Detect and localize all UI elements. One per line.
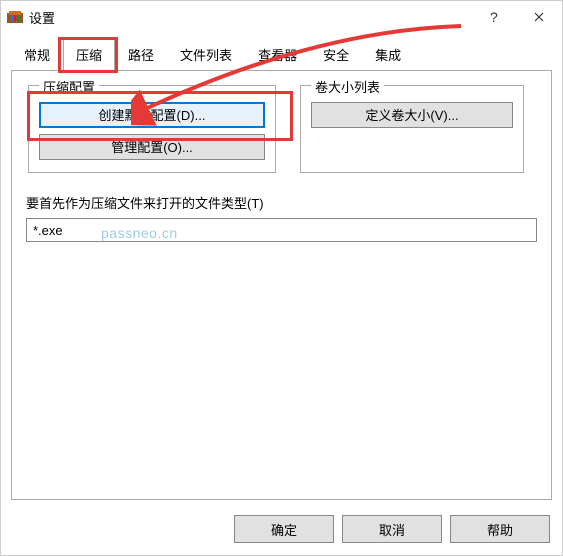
tab-bar: 常规 压缩 路径 文件列表 查看器 安全 集成 bbox=[1, 33, 562, 70]
help-footer-button[interactable]: 帮助 bbox=[450, 515, 550, 543]
cancel-button[interactable]: 取消 bbox=[342, 515, 442, 543]
tab-compression[interactable]: 压缩 bbox=[63, 39, 115, 71]
help-button[interactable]: ? bbox=[470, 1, 516, 33]
close-button[interactable] bbox=[516, 1, 562, 33]
dialog-footer: 确定 取消 帮助 bbox=[234, 515, 550, 543]
tab-security[interactable]: 安全 bbox=[310, 39, 362, 70]
tab-filelist[interactable]: 文件列表 bbox=[167, 39, 245, 70]
svg-text:?: ? bbox=[490, 10, 498, 24]
titlebar: 设置 ? bbox=[1, 1, 562, 33]
tab-content: 压缩配置 创建默认配置(D)... 管理配置(O)... 卷大小列表 定义卷大小… bbox=[11, 70, 552, 500]
file-types-label: 要首先作为压缩文件来打开的文件类型(T) bbox=[26, 193, 537, 212]
create-default-profile-button[interactable]: 创建默认配置(D)... bbox=[39, 102, 265, 128]
app-icon bbox=[7, 9, 23, 25]
settings-window: 设置 ? 常规 压缩 路径 文件列表 查看器 安全 集成 压缩配置 创建默认配置… bbox=[0, 0, 563, 556]
tab-path[interactable]: 路径 bbox=[115, 39, 167, 70]
file-types-section: 要首先作为压缩文件来打开的文件类型(T) bbox=[26, 193, 537, 242]
window-title: 设置 bbox=[29, 8, 470, 27]
tab-viewer[interactable]: 查看器 bbox=[245, 39, 310, 70]
group-legend-compression: 压缩配置 bbox=[39, 77, 99, 96]
ok-button[interactable]: 确定 bbox=[234, 515, 334, 543]
file-types-input[interactable] bbox=[26, 218, 537, 242]
manage-profile-button[interactable]: 管理配置(O)... bbox=[39, 134, 265, 160]
define-volume-size-button[interactable]: 定义卷大小(V)... bbox=[311, 102, 513, 128]
tab-integration[interactable]: 集成 bbox=[362, 39, 414, 70]
compression-profile-group: 压缩配置 创建默认配置(D)... 管理配置(O)... bbox=[28, 85, 276, 173]
group-legend-volume: 卷大小列表 bbox=[311, 77, 384, 96]
tab-general[interactable]: 常规 bbox=[11, 39, 63, 70]
volume-size-group: 卷大小列表 定义卷大小(V)... bbox=[300, 85, 524, 173]
